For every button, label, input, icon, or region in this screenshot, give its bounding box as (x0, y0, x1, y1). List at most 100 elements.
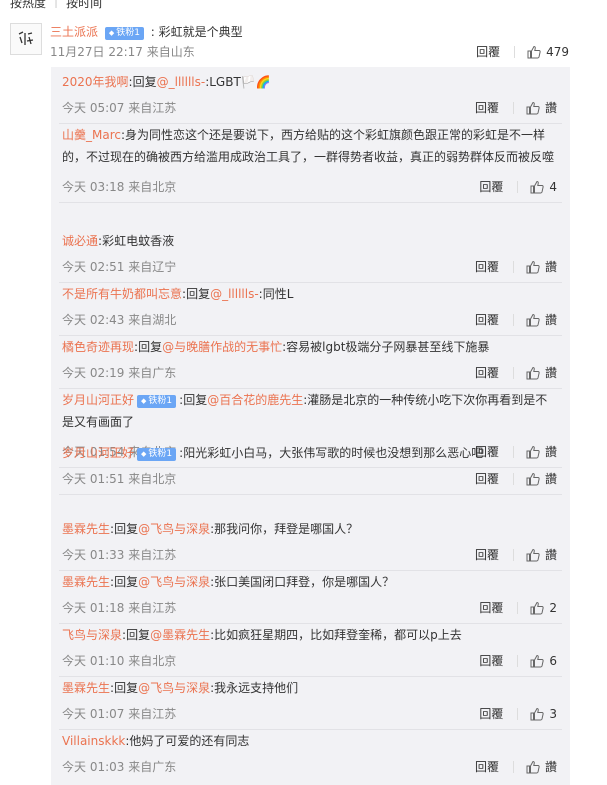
like-button[interactable]: 4 (530, 180, 557, 194)
reply-button[interactable]: 回覆 (475, 364, 499, 381)
thumbs-up-icon (530, 654, 545, 667)
reply-time: 今天 01:07 来自江苏 (62, 707, 177, 721)
like-button[interactable]: 讚 (526, 364, 557, 381)
reply-user[interactable]: 飞鸟与深泉 (62, 628, 122, 642)
reply-button[interactable]: 回覆 (475, 99, 499, 116)
reply-user[interactable]: 岁月山河正好 (62, 446, 134, 460)
mention-link[interactable]: @_lllllls- (210, 287, 259, 301)
reply-button[interactable]: 回覆 (479, 705, 503, 722)
like-button[interactable]: 讚 (526, 546, 557, 563)
thumbs-up-icon (530, 601, 545, 614)
reply-actions: 回覆 讚 (475, 311, 557, 328)
reply-actions: 回覆 4 (479, 178, 557, 195)
mention-link[interactable]: @飞鸟与深泉 (138, 681, 210, 695)
reply-prefix: 回复 (114, 681, 139, 695)
reply-prefix: 回复 (126, 628, 151, 642)
reply-time: 今天 01:03 来自广东 (62, 760, 177, 774)
like-button[interactable]: 479 (527, 45, 569, 59)
main-comment-line: 三土派派 铁粉1 : 彩虹就是个典型 (50, 23, 243, 40)
reply-user[interactable]: 墨霖先生 (62, 681, 110, 695)
mention-link[interactable]: @_lllllls- (157, 75, 206, 89)
reply-prefix: 回复 (138, 340, 163, 354)
sort-tabs: 按热度 | 按时间 (10, 0, 102, 11)
like-button[interactable]: 讚 (526, 470, 557, 487)
reply-button[interactable]: 回覆 (476, 43, 500, 60)
mention-link[interactable]: @飞鸟与深泉 (138, 575, 210, 589)
like-button[interactable]: 3 (530, 707, 557, 721)
reply-user[interactable]: Villainskkk (62, 734, 125, 748)
reply-text-line: 墨霖先生:回复@飞鸟与深泉:那我问你，拜登是哪国人？ (62, 518, 557, 540)
reply-text-line: 2020年我啊:回复@_lllllls-:LGBT🏳️🌈 (62, 71, 557, 93)
sort-tab-time[interactable]: 按时间 (66, 0, 102, 11)
reply-actions: 回覆 讚 (475, 758, 557, 775)
reply-user[interactable]: 诚必通 (62, 234, 98, 248)
reply-text-line: 不是所有牛奶都叫忘意:回复@_lllllls-:同性L (62, 283, 557, 305)
mention-link[interactable]: @与晚膳作战的无事忙 (162, 340, 282, 354)
reply-prefix: 回复 (132, 75, 157, 89)
reply-user[interactable]: 岁月山河正好 (62, 393, 134, 407)
reply-prefix: 回复 (114, 575, 139, 589)
reply-text-line: 墨霖先生:回复@飞鸟与深泉:张口美国闭口拜登，你是哪国人？ (62, 571, 557, 593)
like-count: 讚 (544, 760, 557, 774)
reply-text-line: 岁月山河正好铁粉1:阳光彩虹小白马，大张伟写歌的时候也没想到那么恶心吧 (62, 442, 557, 464)
like-count: 4 (549, 179, 557, 194)
like-button[interactable]: 2 (530, 601, 557, 615)
reply-text-line: 墨霖先生:回复@飞鸟与深泉:我永远支持他们 (62, 677, 557, 699)
main-comment-text: 彩虹就是个典型 (158, 25, 243, 39)
avatar[interactable] (10, 23, 42, 55)
reply-actions: 回覆 讚 (475, 546, 557, 563)
reply-user[interactable]: 橘色奇迹再现 (62, 340, 134, 354)
reply-button[interactable]: 回覆 (475, 470, 499, 487)
reply-divider (59, 467, 562, 468)
reply-time: 今天 01:18 来自江苏 (62, 601, 177, 615)
main-comment-time: 11月27日 22:17 来自山东 (50, 45, 195, 59)
like-count: 479 (546, 44, 569, 59)
reply-prefix: 回复 (183, 393, 208, 407)
reply-actions: 回覆 讚 (475, 470, 557, 487)
reply-text-line: 飞鸟与深泉:回复@墨霖先生:比如疯狂星期四，比如拜登奎稀，都可以p上去 (62, 624, 557, 646)
like-button[interactable]: 6 (530, 654, 557, 668)
action-divider (512, 548, 514, 561)
reply-button[interactable]: 回覆 (475, 311, 499, 328)
reply-divider (59, 202, 562, 203)
main-comment-actions: 回覆 479 (476, 43, 569, 60)
mention-link[interactable]: @墨霖先生 (150, 628, 210, 642)
like-button[interactable]: 讚 (526, 311, 557, 328)
reply-button[interactable]: 回覆 (475, 758, 499, 775)
thumbs-up-icon (530, 707, 545, 720)
thumbs-up-icon (526, 760, 540, 773)
action-divider (512, 101, 514, 114)
reply-user[interactable]: 山羹_Marc (62, 128, 121, 142)
action-divider (512, 313, 514, 326)
reply-user[interactable]: 墨霖先生 (62, 522, 110, 536)
mention-link[interactable]: @百合花的鹿先生 (207, 393, 303, 407)
thumbs-up-icon (526, 260, 540, 273)
reply-text-line: Villainskkk:他妈了可爱的还有同志 (62, 730, 557, 752)
reply-text: 身为同性恋这个还是要说下，西方给贴的这个彩虹旗颜色跟正常的彩虹是不一样的，不过现… (62, 128, 555, 164)
reply-user[interactable]: 墨霖先生 (62, 575, 110, 589)
reply-user[interactable]: 不是所有牛奶都叫忘意 (62, 287, 182, 301)
reply-button[interactable]: 回覆 (475, 258, 499, 275)
reply-time: 今天 05:07 来自江苏 (62, 101, 177, 115)
reply-button[interactable]: 回覆 (479, 599, 503, 616)
reply-button[interactable]: 回覆 (479, 652, 503, 669)
main-comment-user[interactable]: 三土派派 (50, 25, 98, 39)
like-count: 讚 (544, 366, 557, 380)
reply-actions: 回覆 6 (479, 652, 557, 669)
reply-text: 张口美国闭口拜登，你是哪国人？ (214, 575, 395, 589)
reply-button[interactable]: 回覆 (479, 178, 503, 195)
like-button[interactable]: 讚 (526, 258, 557, 275)
like-button[interactable]: 讚 (526, 99, 557, 116)
action-divider (517, 654, 519, 667)
reply-user[interactable]: 2020年我啊 (62, 75, 129, 89)
mention-link[interactable]: @飞鸟与深泉 (138, 522, 210, 536)
like-count: 讚 (544, 313, 557, 327)
reply-time: 今天 01:51 来自北京 (62, 472, 177, 486)
sort-tab-hot[interactable]: 按热度 (10, 0, 46, 11)
reply-actions: 回覆 3 (479, 705, 557, 722)
reply-button[interactable]: 回覆 (475, 546, 499, 563)
reply-text: 那我问你，拜登是哪国人？ (214, 522, 359, 536)
main-comment: 三土派派 铁粉1 : 彩虹就是个典型 11月27日 22:17 来自山东 回覆 … (0, 17, 607, 67)
reply-text: 他妈了可爱的还有同志 (129, 734, 250, 748)
like-button[interactable]: 讚 (526, 758, 557, 775)
